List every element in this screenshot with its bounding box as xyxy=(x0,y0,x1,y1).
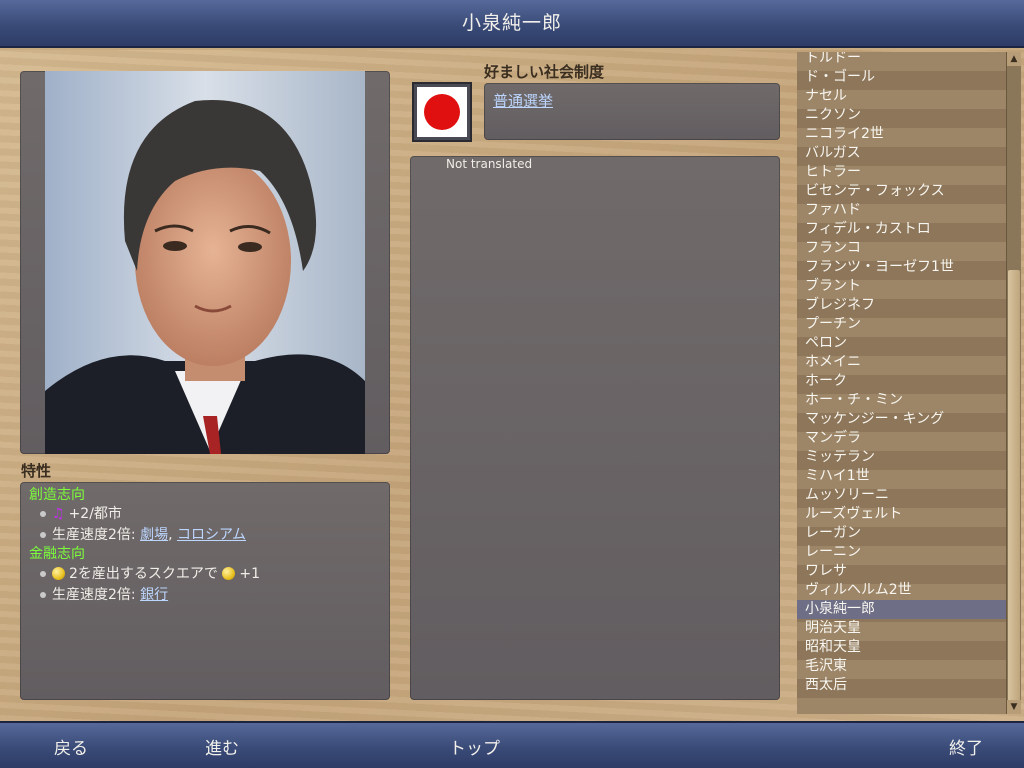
leader-list-item[interactable]: レーガン xyxy=(797,524,1006,543)
trait-effect-text: 生産速度2倍: xyxy=(52,587,141,603)
scroll-thumb[interactable] xyxy=(1008,270,1020,710)
leader-list-item[interactable]: マンデラ xyxy=(797,429,1006,448)
leader-list-item[interactable]: ペロン xyxy=(797,334,1006,353)
forward-button[interactable]: 進む xyxy=(205,734,239,759)
bullet-icon xyxy=(40,571,46,577)
leader-list-item[interactable]: ド・ゴール xyxy=(797,68,1006,87)
scroll-up-icon[interactable]: ▲ xyxy=(1007,52,1021,66)
window-title: 小泉純一郎 xyxy=(461,12,562,34)
leader-list-item[interactable]: ナセル xyxy=(797,87,1006,106)
trait-line: 生産速度2倍: 銀行 xyxy=(40,584,168,604)
leader-list-item[interactable]: プーチン xyxy=(797,315,1006,334)
leader-list-item[interactable]: ルーズヴェルト xyxy=(797,505,1006,524)
leader-list-item[interactable]: ブラント xyxy=(797,277,1006,296)
top-button[interactable]: トップ xyxy=(449,734,500,759)
flag-frame xyxy=(412,82,472,142)
trait-line: ♫ +2/都市 xyxy=(40,503,122,523)
traits-heading: 特性 xyxy=(21,462,52,480)
leader-list-item[interactable]: バルガス xyxy=(797,144,1006,163)
title-bar: 小泉純一郎 xyxy=(0,0,1024,48)
link-colosseum[interactable]: コロシアム xyxy=(177,527,246,543)
leader-list-item[interactable]: ビセンテ・フォックス xyxy=(797,182,1006,201)
portrait-image xyxy=(45,71,365,454)
leader-list-item[interactable]: フィデル・カストロ xyxy=(797,220,1006,239)
leader-list-item[interactable]: ファハド xyxy=(797,201,1006,220)
trait-effect-text: +2/都市 xyxy=(68,506,122,522)
leader-list-item[interactable]: ムッソリーニ xyxy=(797,486,1006,505)
leader-list[interactable]: トルドー ド・ゴール ナセル ニクソン ニコライ2世 バルガス ヒトラー ビセンテ・フォックス… xyxy=(797,52,1006,714)
trait-title-creative: 創造志向 xyxy=(29,487,85,503)
japan-flag-icon xyxy=(417,87,467,137)
exit-button[interactable]: 終了 xyxy=(949,734,983,759)
back-button[interactable]: 戻る xyxy=(54,734,88,759)
trait-effect-text: 2を産出するスクエアで xyxy=(69,566,218,582)
leader-list-item[interactable]: ホーク xyxy=(797,372,1006,391)
gold-coin-icon xyxy=(222,567,236,580)
leader-list-item[interactable]: ニクソン xyxy=(797,106,1006,125)
leader-list-item[interactable]: ブレジネフ xyxy=(797,296,1006,315)
leader-list-item[interactable]: 西太后 xyxy=(797,676,1006,695)
trait-line: 2を産出するスクエアで +1 xyxy=(40,563,260,583)
trait-effect-text: 生産速度2倍: xyxy=(52,527,141,543)
leader-list-item[interactable]: ミッテラン xyxy=(797,448,1006,467)
leader-list-item[interactable]: ヒトラー xyxy=(797,163,1006,182)
leader-list-item[interactable]: トルドー xyxy=(797,52,1006,68)
description-text: Not translated xyxy=(446,157,533,171)
leader-list-item[interactable]: ヴィルヘルム2世 xyxy=(797,581,1006,600)
leader-list-item[interactable]: 小泉純一郎 xyxy=(797,600,1006,619)
scroll-down-icon[interactable]: ▼ xyxy=(1007,700,1021,714)
trait-line: 生産速度2倍: 劇場, コロシアム xyxy=(40,524,246,544)
gold-coin-icon xyxy=(52,567,65,580)
bullet-icon xyxy=(40,592,46,598)
link-bank[interactable]: 銀行 xyxy=(140,587,168,603)
civic-link[interactable]: 普通選挙 xyxy=(493,90,553,111)
bottom-bar: 戻る 進む トップ 終了 xyxy=(0,721,1024,768)
leader-list-item[interactable]: 毛沢東 xyxy=(797,657,1006,676)
music-note-icon: ♫ xyxy=(52,506,65,522)
leader-portrait xyxy=(45,71,365,454)
description-panel xyxy=(410,156,780,700)
leader-list-item[interactable]: ミハイ1世 xyxy=(797,467,1006,486)
leader-list-item[interactable]: ホー・チ・ミン xyxy=(797,391,1006,410)
leader-list-item[interactable]: ワレサ xyxy=(797,562,1006,581)
leader-list-item[interactable]: ニコライ2世 xyxy=(797,125,1006,144)
leader-list-item[interactable]: ホメイニ xyxy=(797,353,1006,372)
trait-title-financial: 金融志向 xyxy=(29,546,85,562)
leader-list-item[interactable]: フランツ・ヨーゼフ1世 xyxy=(797,258,1006,277)
leader-list-item[interactable]: レーニン xyxy=(797,543,1006,562)
bullet-icon xyxy=(40,511,46,517)
bullet-icon xyxy=(40,532,46,538)
civic-heading: 好ましい社会制度 xyxy=(484,63,605,81)
scrollbar[interactable]: ▲ ▼ xyxy=(1006,52,1021,714)
leader-list-item[interactable]: 明治天皇 xyxy=(797,619,1006,638)
leader-list-item[interactable]: フランコ xyxy=(797,239,1006,258)
trait-effect-bonus: +1 xyxy=(239,566,261,582)
link-theatre[interactable]: 劇場 xyxy=(140,527,168,543)
leader-list-item[interactable]: 昭和天皇 xyxy=(797,638,1006,657)
leader-list-item[interactable]: マッケンジー・キング xyxy=(797,410,1006,429)
